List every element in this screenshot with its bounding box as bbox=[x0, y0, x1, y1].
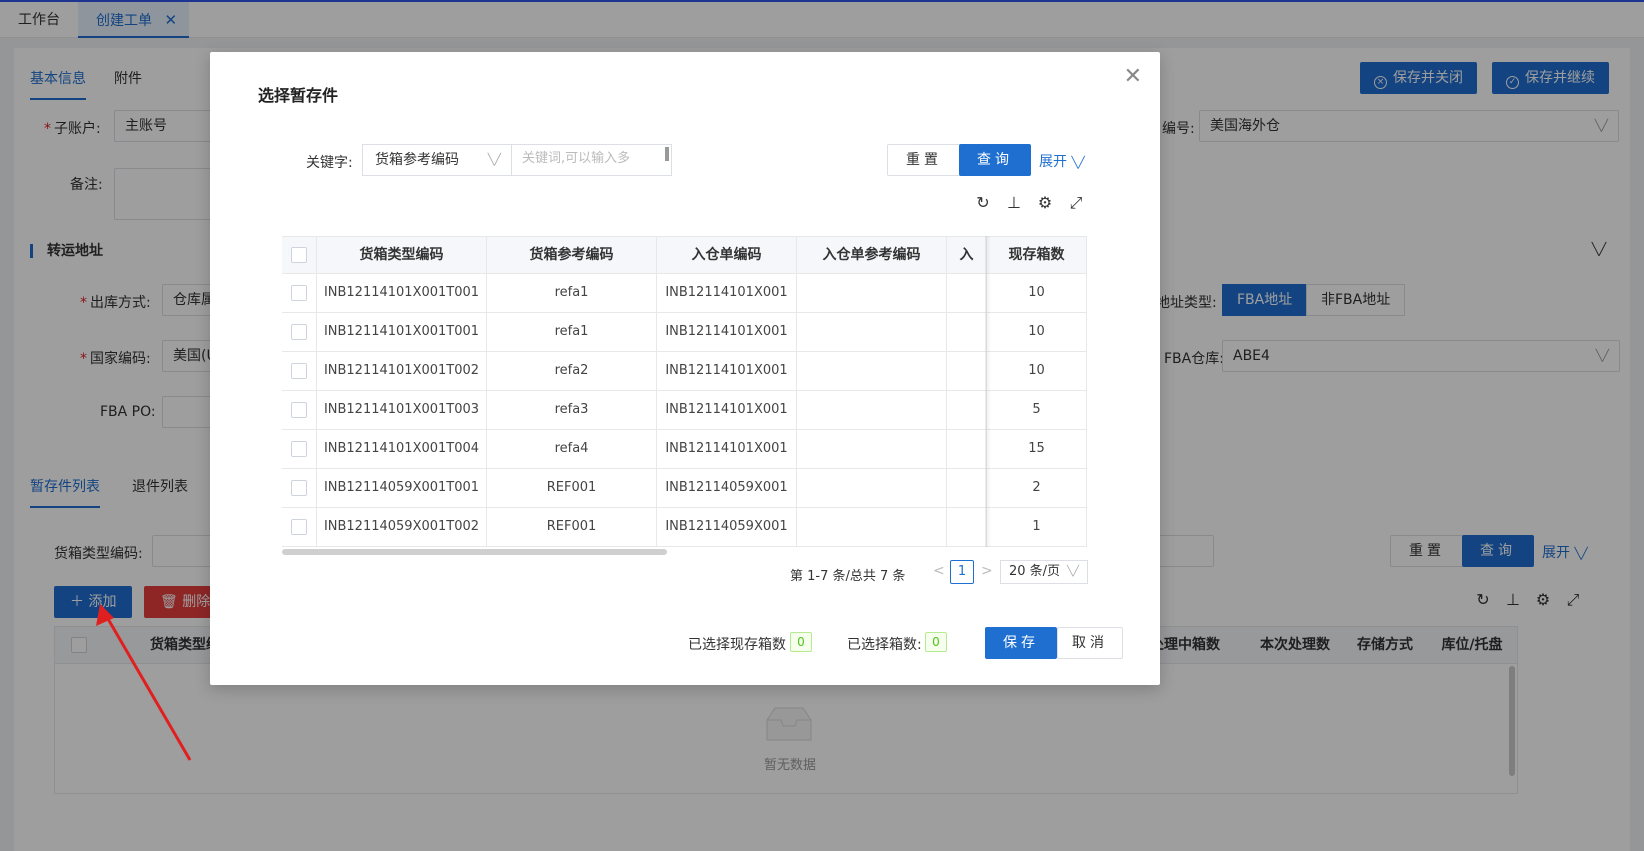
cell-inbound-code: INB12114101X001 bbox=[657, 313, 797, 351]
cell-inbound-ref-code bbox=[797, 313, 947, 351]
th-inbound-ref-code: 入仓单参考编码 bbox=[797, 237, 947, 274]
reset-button[interactable]: 重置 bbox=[887, 144, 961, 176]
select-all-checkbox[interactable] bbox=[282, 237, 317, 274]
next-page-button[interactable]: > bbox=[981, 563, 993, 579]
chevron-down-icon: ╲╱ bbox=[1066, 566, 1079, 577]
cell-stock-count: 2 bbox=[987, 469, 1087, 507]
cell-stock-count: 5 bbox=[987, 391, 1087, 429]
table-row[interactable]: INB12114101X001T003 refa3 INB12114101X001 5 bbox=[282, 391, 1087, 430]
cell-box-type-code: INB12114101X001T002 bbox=[317, 352, 487, 390]
cell-inbound-code: INB12114101X001 bbox=[657, 274, 797, 312]
cell-inbound-code: INB12114059X001 bbox=[657, 469, 797, 507]
cell-stock-count: 15 bbox=[987, 430, 1087, 468]
staging-select-table: 货箱类型编码 货箱参考编码 入仓单编码 入仓单参考编码 入 现存箱数 INB12… bbox=[282, 236, 1087, 547]
cell-inbound-code: INB12114101X001 bbox=[657, 430, 797, 468]
cell-box-type-code: INB12114059X001T002 bbox=[317, 508, 487, 546]
query-button[interactable]: 查询 bbox=[959, 144, 1031, 176]
selected-stock-count: 0 bbox=[790, 632, 812, 652]
cell-box-ref-code: refa2 bbox=[487, 352, 657, 390]
cell-box-type-code: INB12114101X001T001 bbox=[317, 274, 487, 312]
cell-truncated bbox=[947, 391, 987, 429]
column-height-icon[interactable]: ⊥ bbox=[1005, 194, 1023, 212]
cell-inbound-code: INB12114101X001 bbox=[657, 352, 797, 390]
th-stock-count: 现存箱数 bbox=[987, 237, 1087, 274]
selected-boxes-count: 0 bbox=[925, 632, 947, 652]
horizontal-scrollbar[interactable] bbox=[282, 549, 667, 555]
keyword-input[interactable]: 关键词,可以输入多 bbox=[511, 144, 672, 176]
cell-box-ref-code: refa3 bbox=[487, 391, 657, 429]
cell-box-ref-code: refa4 bbox=[487, 430, 657, 468]
textarea-scrollbar bbox=[665, 147, 669, 161]
th-truncated: 入 bbox=[947, 237, 987, 274]
table-row[interactable]: INB12114059X001T002 REF001 INB12114059X001… bbox=[282, 508, 1087, 547]
table-row[interactable]: INB12114101X001T001 refa1 INB12114101X001 1… bbox=[282, 274, 1087, 313]
pagination-info: 第 1-7 条/总共 7 条 bbox=[790, 569, 906, 584]
cell-box-type-code: INB12114101X001T004 bbox=[317, 430, 487, 468]
row-checkbox[interactable] bbox=[282, 274, 317, 312]
cell-truncated bbox=[947, 313, 987, 351]
row-checkbox[interactable] bbox=[282, 391, 317, 429]
cell-stock-count: 10 bbox=[987, 313, 1087, 351]
cell-stock-count: 10 bbox=[987, 274, 1087, 312]
expand-link[interactable]: 展开 ╲╱ bbox=[1039, 151, 1085, 171]
cell-inbound-ref-code bbox=[797, 469, 947, 507]
page-1[interactable]: 1 bbox=[950, 560, 974, 584]
cell-box-ref-code: REF001 bbox=[487, 469, 657, 507]
selected-boxes-label: 已选择箱数: bbox=[847, 637, 922, 653]
cell-truncated bbox=[947, 274, 987, 312]
cell-truncated bbox=[947, 469, 987, 507]
keyword-placeholder: 关键词,可以输入多 bbox=[522, 151, 631, 166]
cell-box-type-code: INB12114101X001T003 bbox=[317, 391, 487, 429]
table-row[interactable]: INB12114101X001T004 refa4 INB12114101X001 1… bbox=[282, 430, 1087, 469]
cancel-button[interactable]: 取消 bbox=[1057, 627, 1123, 659]
refresh-icon[interactable]: ↻ bbox=[974, 194, 992, 212]
select-staging-dialog: 选择暂存件 ✕ 关键字: 货箱参考编码 ╲╱ 关键词,可以输入多 重置 查询 展… bbox=[210, 52, 1160, 685]
cell-inbound-ref-code bbox=[797, 352, 947, 390]
cell-box-type-code: INB12114101X001T001 bbox=[317, 313, 487, 351]
save-button[interactable]: 保存 bbox=[985, 627, 1057, 659]
cell-inbound-code: INB12114059X001 bbox=[657, 508, 797, 546]
dialog-title: 选择暂存件 bbox=[258, 86, 339, 105]
cell-inbound-ref-code bbox=[797, 508, 947, 546]
keyword-label: 关键字: bbox=[306, 155, 353, 171]
cell-box-ref-code: refa1 bbox=[487, 274, 657, 312]
close-icon[interactable]: ✕ bbox=[1124, 66, 1142, 88]
prev-page-button[interactable]: < bbox=[933, 563, 945, 579]
row-checkbox[interactable] bbox=[282, 313, 317, 351]
chevron-down-icon: ╲╱ bbox=[487, 153, 501, 166]
cell-truncated bbox=[947, 352, 987, 390]
cell-truncated bbox=[947, 430, 987, 468]
cell-inbound-ref-code bbox=[797, 430, 947, 468]
fixed-column-shadow bbox=[985, 236, 991, 547]
cell-truncated bbox=[947, 508, 987, 546]
cell-stock-count: 1 bbox=[987, 508, 1087, 546]
row-checkbox[interactable] bbox=[282, 352, 317, 390]
keyword-type-select[interactable]: 货箱参考编码 ╲╱ bbox=[362, 144, 511, 176]
selected-stock-label: 已选择现存箱数 bbox=[688, 637, 786, 653]
cell-inbound-ref-code bbox=[797, 274, 947, 312]
chevron-down-icon: ╲╱ bbox=[1071, 156, 1085, 169]
th-box-ref-code: 货箱参考编码 bbox=[487, 237, 657, 274]
page-size-value: 20 条/页 bbox=[1009, 564, 1061, 579]
cell-box-type-code: INB12114059X001T001 bbox=[317, 469, 487, 507]
gear-icon[interactable]: ⚙ bbox=[1036, 194, 1054, 212]
cell-box-ref-code: refa1 bbox=[487, 313, 657, 351]
table-row[interactable]: INB12114101X001T001 refa1 INB12114101X001 1… bbox=[282, 313, 1087, 352]
keyword-type-value: 货箱参考编码 bbox=[375, 152, 459, 168]
row-checkbox[interactable] bbox=[282, 469, 317, 507]
cell-stock-count: 10 bbox=[987, 352, 1087, 390]
th-inbound-code: 入仓单编码 bbox=[657, 237, 797, 274]
cell-box-ref-code: REF001 bbox=[487, 508, 657, 546]
th-box-type-code: 货箱类型编码 bbox=[317, 237, 487, 274]
page-size-select[interactable]: 20 条/页 ╲╱ bbox=[1000, 560, 1088, 584]
row-checkbox[interactable] bbox=[282, 430, 317, 468]
table-header: 货箱类型编码 货箱参考编码 入仓单编码 入仓单参考编码 入 现存箱数 bbox=[282, 236, 1087, 274]
table-row[interactable]: INB12114101X001T002 refa2 INB12114101X001 1… bbox=[282, 352, 1087, 391]
cell-inbound-ref-code bbox=[797, 391, 947, 429]
fullscreen-icon[interactable]: ⤢ bbox=[1067, 194, 1085, 212]
cell-inbound-code: INB12114101X001 bbox=[657, 391, 797, 429]
row-checkbox[interactable] bbox=[282, 508, 317, 546]
table-row[interactable]: INB12114059X001T001 REF001 INB12114059X001… bbox=[282, 469, 1087, 508]
